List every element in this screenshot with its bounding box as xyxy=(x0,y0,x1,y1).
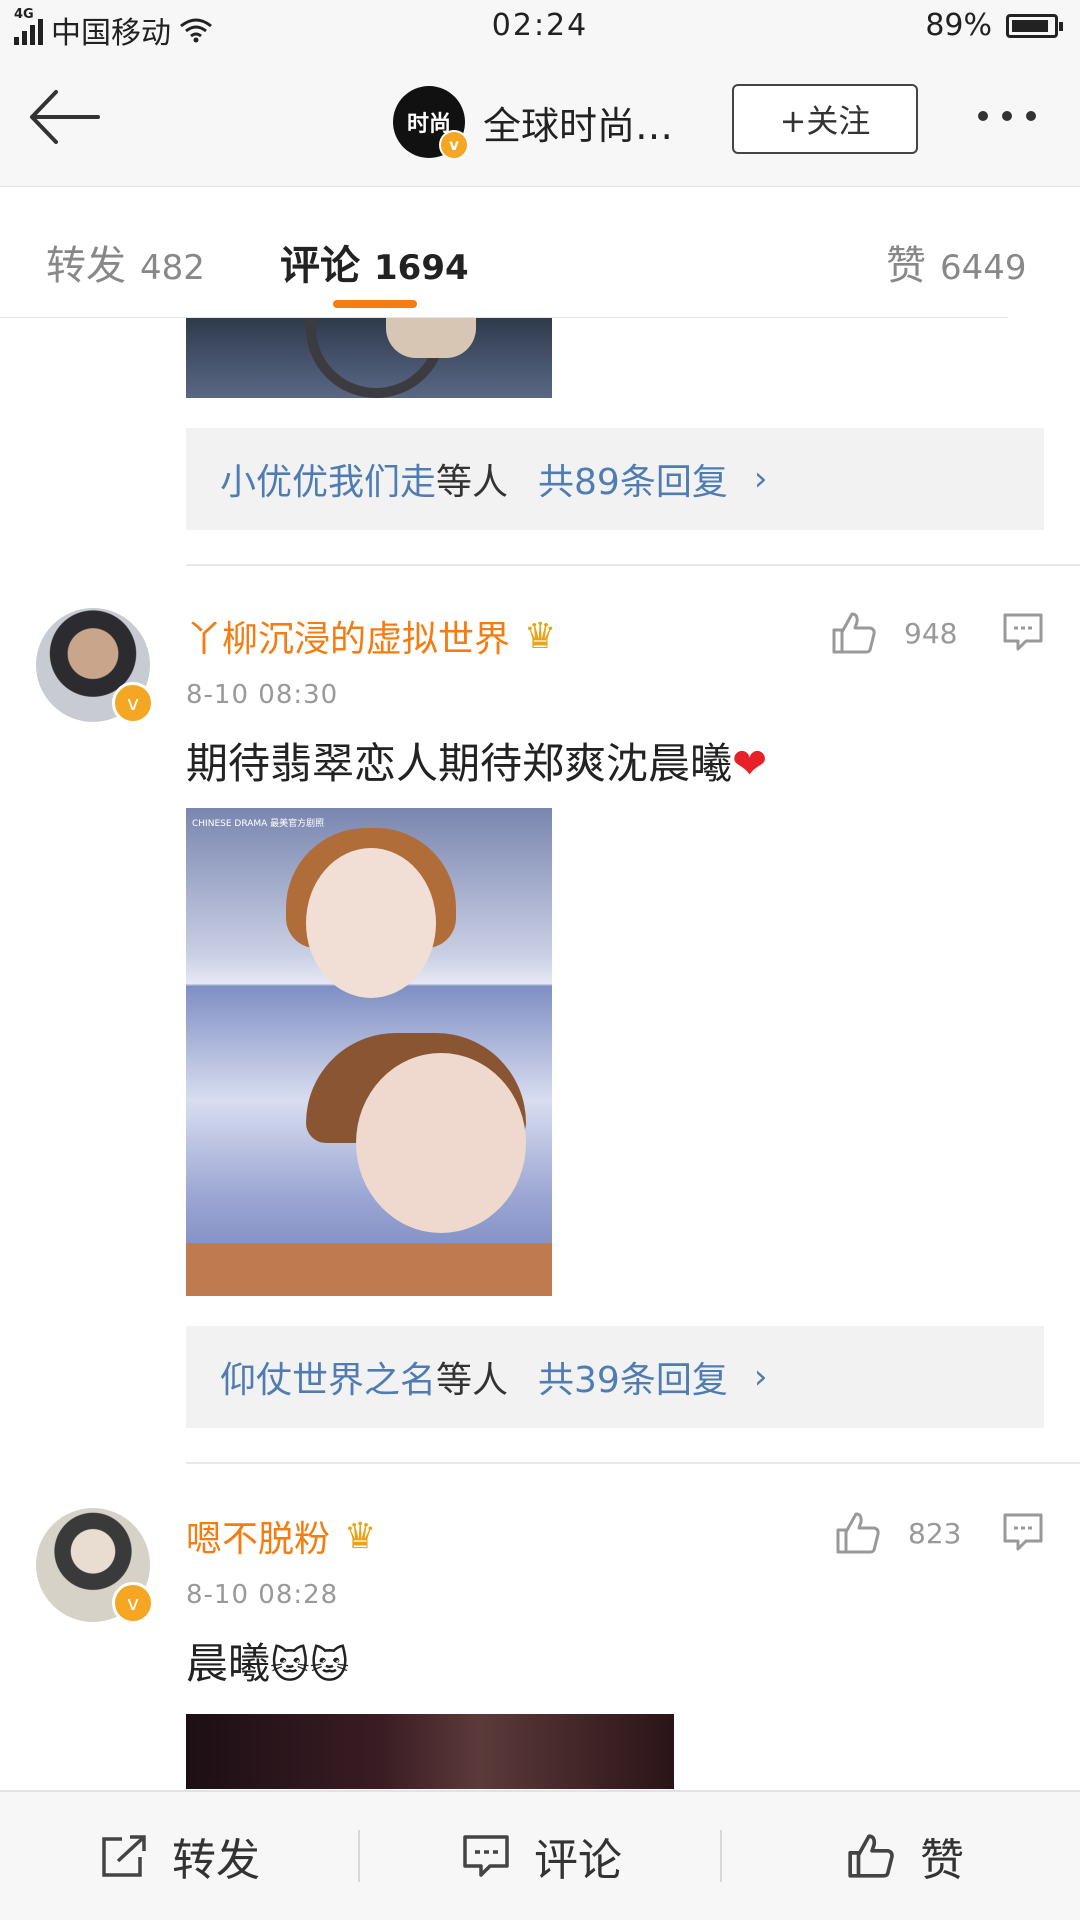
reply-button[interactable] xyxy=(1002,612,1044,656)
username-text[interactable]: 嗯不脱粉 xyxy=(186,1510,330,1562)
tab-count: 1694 xyxy=(374,248,469,288)
comment-icon xyxy=(1003,613,1043,651)
tab-likes[interactable]: 赞 6449 xyxy=(886,233,1027,291)
comment-label: 评论 xyxy=(534,1835,622,1886)
reply-etc: 等人 xyxy=(436,462,509,503)
reply-count[interactable]: 共89条回复 xyxy=(538,453,728,505)
tab-label: 转发 xyxy=(46,243,126,289)
avatar[interactable]: v xyxy=(36,608,154,724)
divider xyxy=(720,1830,722,1882)
like-label: 赞 xyxy=(920,1835,964,1886)
like-button[interactable]: 赞 xyxy=(846,1792,964,1920)
more-dots-icon[interactable] xyxy=(978,104,1048,128)
comment-time: 8-10 08:30 xyxy=(186,680,339,710)
crown-icon: ♛ xyxy=(344,1515,377,1557)
reply-summary[interactable]: 仰仗世界之名 等人 共39条回复 › xyxy=(186,1326,1044,1428)
account-name[interactable]: 全球时尚… xyxy=(483,95,673,150)
comment-button[interactable]: 评论 xyxy=(462,1792,622,1920)
avatar[interactable]: v xyxy=(36,1508,154,1624)
verified-icon: v xyxy=(112,682,154,724)
arrow-left-icon xyxy=(30,90,100,144)
divider xyxy=(358,1830,360,1882)
like-count: 823 xyxy=(908,1516,962,1550)
tab-count: 6449 xyxy=(940,248,1027,288)
comment-text: 期待翡翠恋人期待郑爽沈晨曦❤ xyxy=(186,730,767,791)
tab-count: 482 xyxy=(140,248,205,288)
like-count: 948 xyxy=(904,616,958,650)
battery-fill xyxy=(1012,19,1048,32)
verified-icon: v xyxy=(439,130,469,160)
reply-button[interactable] xyxy=(1002,1512,1044,1556)
comment-icon xyxy=(463,1835,509,1877)
tab-comments[interactable]: 评论 1694 xyxy=(280,233,469,291)
crown-icon: ♛ xyxy=(524,615,557,657)
tab-label: 赞 xyxy=(886,243,926,289)
chevron-right-icon: › xyxy=(753,1357,768,1397)
reply-user-link[interactable]: 仰仗世界之名 xyxy=(220,1351,436,1403)
repost-button[interactable]: 转发 xyxy=(100,1792,260,1920)
top-nav: 时尚 v 全球时尚… +关注 xyxy=(0,56,1080,187)
comment-username[interactable]: 丫柳沉浸的虚拟世界 ♛ xyxy=(186,610,556,662)
comment-time: 8-10 08:28 xyxy=(186,1580,339,1610)
status-bar: 4G 中国移动 02:24 89% xyxy=(0,0,1080,56)
chevron-right-icon: › xyxy=(753,459,768,499)
battery-percent: 89% xyxy=(925,8,992,43)
thumbs-up-icon xyxy=(836,1512,880,1554)
reply-count[interactable]: 共39条回复 xyxy=(538,1351,728,1403)
reply-summary[interactable]: 小优优我们走 等人 共89条回复 › xyxy=(186,428,1044,530)
comment-feed[interactable]: 小优优我们走 等人 共89条回复 › v 丫柳沉浸的虚拟世界 ♛ 948 8-1… xyxy=(0,318,1080,1789)
like-button[interactable]: 948 xyxy=(830,610,957,656)
active-tab-indicator xyxy=(333,300,417,308)
comment-body: 晨曦 xyxy=(186,1639,271,1688)
repost-label: 转发 xyxy=(172,1835,260,1886)
tab-bar: 转发 482 评论 1694 赞 6449 xyxy=(0,187,1080,317)
comment-image[interactable]: CHINESE DRAMA 最美官方剧照 xyxy=(186,808,552,1296)
clock: 02:24 xyxy=(491,8,589,43)
thumbs-up-icon xyxy=(832,612,876,654)
back-button[interactable] xyxy=(26,82,106,152)
divider xyxy=(186,564,1080,566)
comment-icon xyxy=(1003,1513,1043,1551)
share-icon xyxy=(102,1835,146,1877)
comment-image[interactable] xyxy=(186,318,552,398)
divider xyxy=(186,1462,1080,1464)
comment-text: 晨曦🐱🐱 xyxy=(186,1630,349,1691)
comment-username[interactable]: 嗯不脱粉 ♛ xyxy=(186,1510,376,1562)
bottom-action-bar: 转发 评论 赞 xyxy=(0,1790,1080,1920)
tab-label: 评论 xyxy=(280,243,360,289)
account-header[interactable]: 时尚 v 全球时尚… xyxy=(393,86,673,160)
username-text[interactable]: 丫柳沉浸的虚拟世界 xyxy=(186,610,510,662)
verified-icon: v xyxy=(112,1582,154,1624)
thumbs-up-icon xyxy=(848,1834,894,1878)
follow-button[interactable]: +关注 xyxy=(732,84,918,154)
tab-reposts[interactable]: 转发 482 xyxy=(46,233,205,291)
reply-user-link[interactable]: 小优优我们走 xyxy=(220,453,436,505)
battery-icon xyxy=(1006,13,1063,38)
image-watermark: CHINESE DRAMA 最美官方剧照 xyxy=(192,819,325,829)
heart-emoji: ❤ xyxy=(732,739,768,788)
cat-emoji: 🐱🐱 xyxy=(270,1643,350,1687)
like-button[interactable]: 823 xyxy=(834,1510,961,1556)
account-avatar[interactable]: 时尚 v xyxy=(393,86,469,160)
comment-image[interactable] xyxy=(186,1714,674,1789)
reply-etc: 等人 xyxy=(436,1360,509,1401)
comment-body: 期待翡翠恋人期待郑爽沈晨曦 xyxy=(186,739,733,788)
